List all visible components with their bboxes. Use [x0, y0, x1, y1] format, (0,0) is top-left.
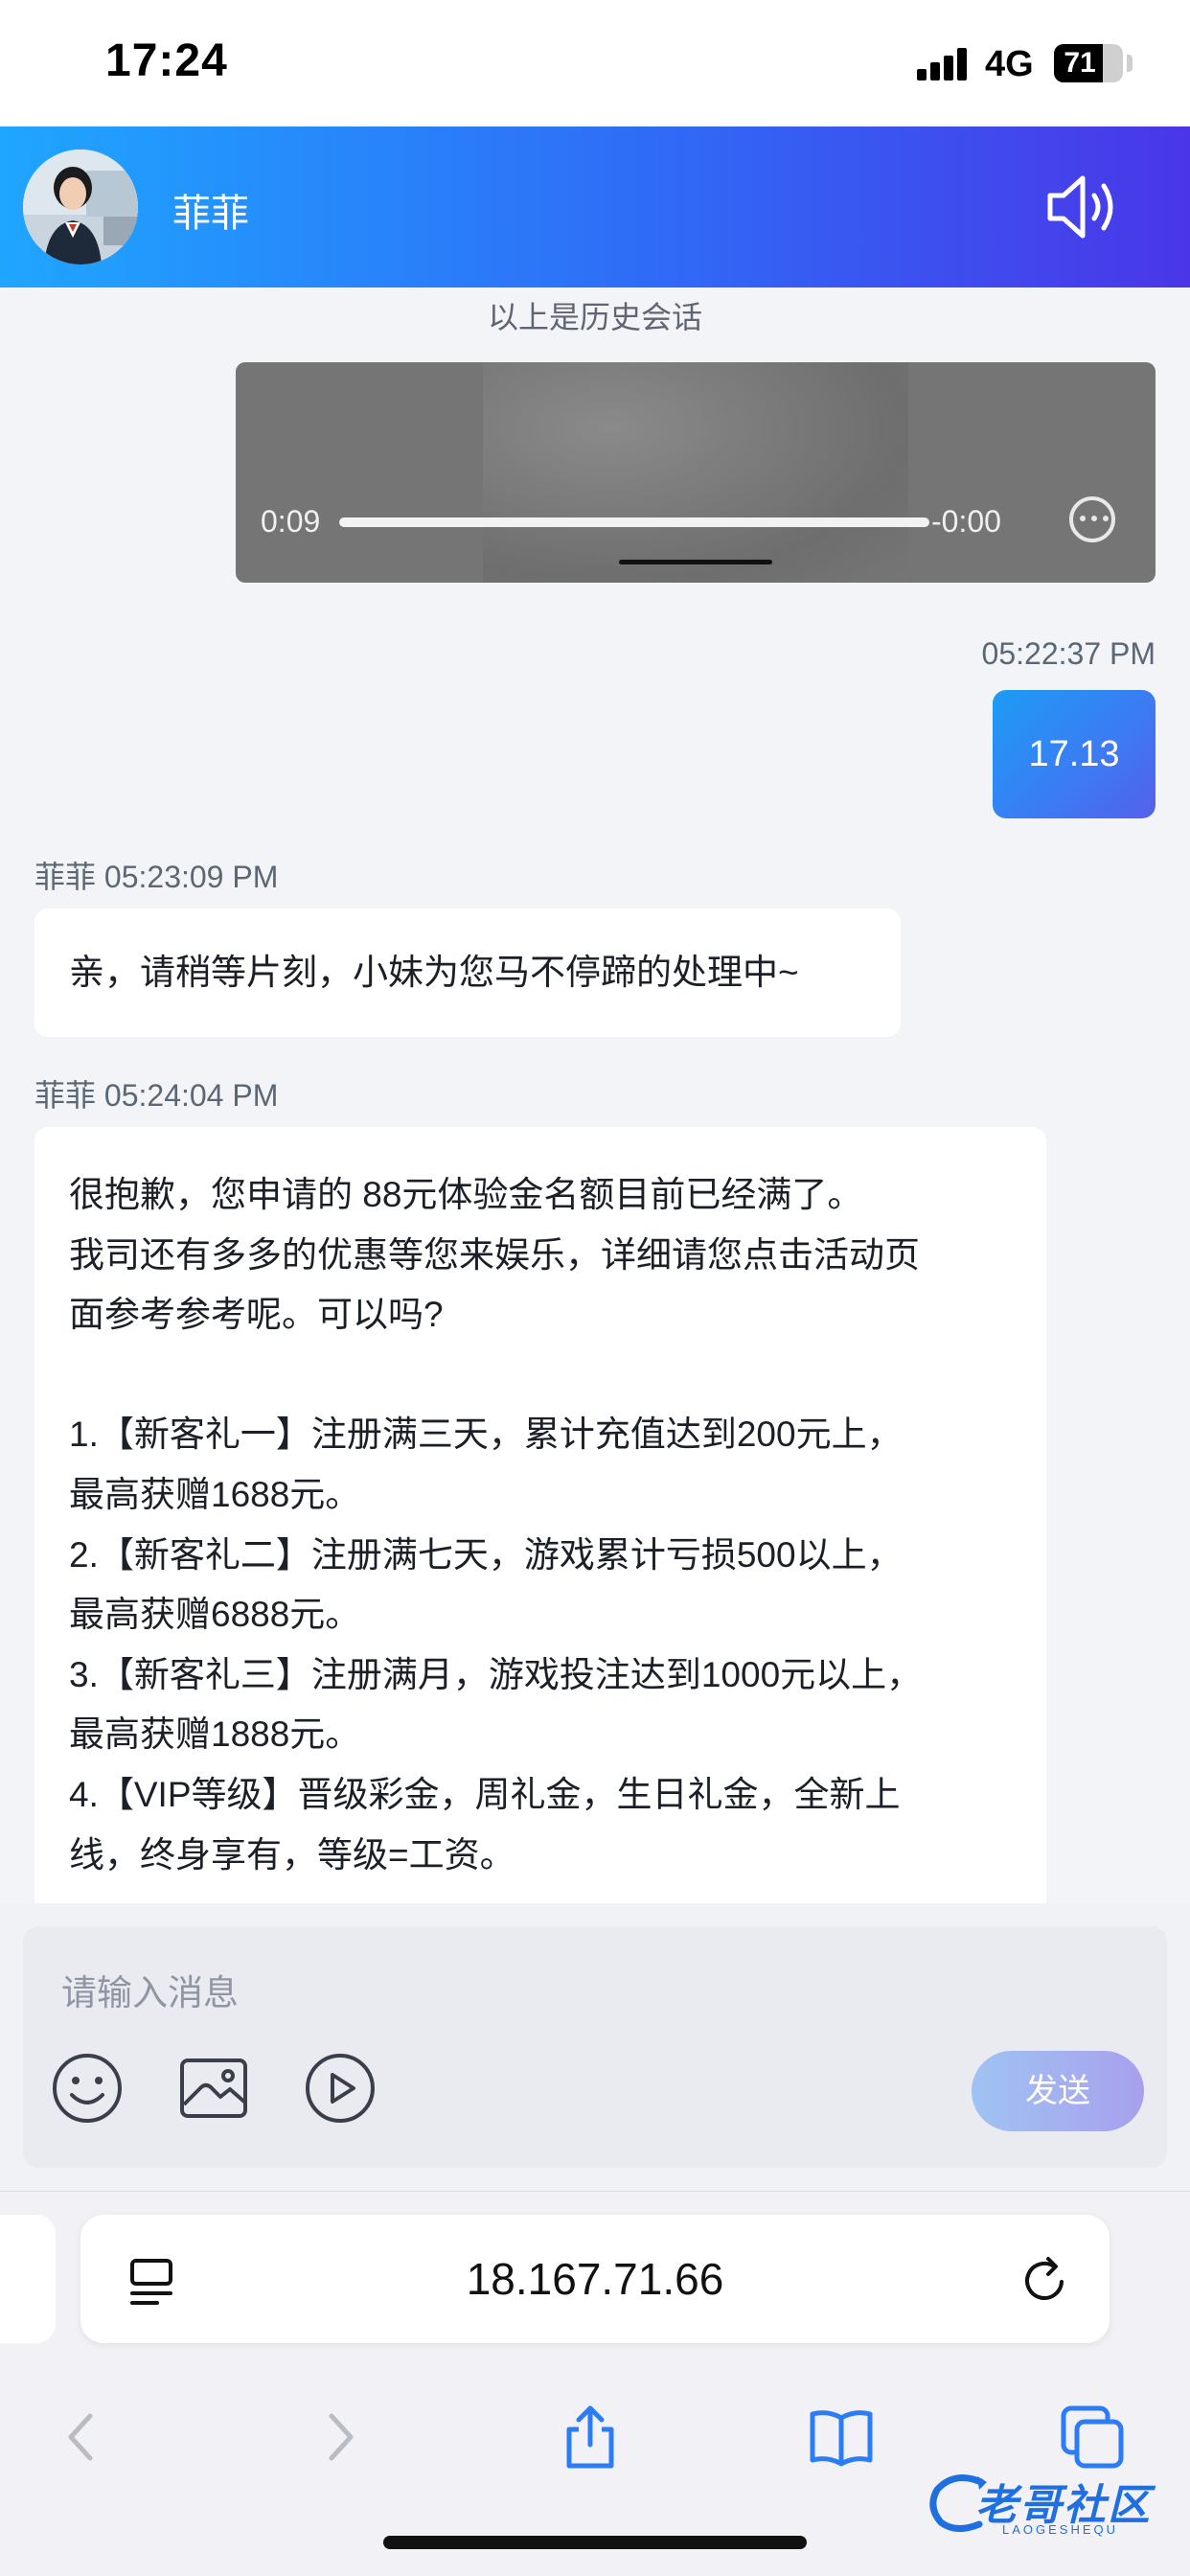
address-bar[interactable]: 18.167.71.66: [80, 2215, 1110, 2343]
status-bar: 17:24 4G 71: [0, 0, 1190, 126]
agent-message-bubble[interactable]: 很抱歉，您申请的 88元体验金名额目前已经满了。 我司还有多多的优惠等您来娱乐，…: [34, 1127, 1046, 1903]
message-input[interactable]: [61, 1965, 924, 2022]
message-line: 最高获赠1688元。: [69, 1474, 361, 1514]
message-line: 最高获赠6888元。: [69, 1595, 361, 1635]
message-line: 线，终身享有，等级=工资。: [69, 1834, 515, 1874]
history-note: 以上是历史会话: [487, 300, 702, 334]
tabs-icon[interactable]: [1058, 2403, 1127, 2472]
message-line: 3.【新客礼三】注册满月，游戏投注达到1000元以上，: [69, 1654, 923, 1694]
home-indicator[interactable]: [383, 2536, 807, 2549]
watermark-subtext: LAOGESHEQU: [1002, 2522, 1119, 2537]
signal-icon: [917, 48, 969, 80]
chat-area[interactable]: 以上是历史会话 0:09 -0:00 05:22:37 PM 17.13 菲菲 …: [0, 288, 1190, 1903]
composer-panel: 发送: [0, 1903, 1190, 2191]
message-line: 亲，请稍等片刻，小妹为您马不停蹄的处理中~: [69, 953, 799, 992]
status-time: 17:24: [105, 35, 228, 86]
agent-message-bubble[interactable]: 亲，请稍等片刻，小妹为您马不停蹄的处理中~: [34, 908, 901, 1037]
video-frame: [483, 362, 908, 583]
video-remaining: -0:00: [931, 504, 1001, 539]
agent-message-meta: 菲菲 05:23:09 PM: [34, 853, 278, 897]
message-line: …: [69, 1885, 1012, 1903]
agent-sender: 菲菲: [34, 860, 97, 894]
battery-tip: [1127, 55, 1133, 72]
user-message-timestamp: 05:22:37 PM: [981, 636, 1156, 671]
message-line-blank: [69, 1346, 1012, 1406]
ellipsis-circle-icon[interactable]: [1069, 496, 1115, 542]
network-type: 4G: [985, 44, 1034, 84]
battery-icon: 71: [1054, 44, 1123, 82]
video-elapsed: 0:09: [261, 504, 321, 539]
message-line: 很抱歉，您申请的 88元体验金名额目前已经满了。: [69, 1175, 863, 1214]
message-line: 1.【新客礼一】注册满三天，累计充值达到200元上，: [69, 1414, 903, 1455]
video-player[interactable]: 0:09 -0:00: [236, 362, 1156, 583]
video-play-icon[interactable]: [303, 2051, 378, 2126]
message-line: 4.【VIP等级】晋级彩金，周礼金，生日礼金，全新上: [69, 1774, 901, 1814]
agent-timestamp: 05:23:09 PM: [103, 860, 279, 894]
contact-name: 菲菲: [172, 193, 249, 235]
emoji-icon[interactable]: [50, 2051, 125, 2126]
agent-timestamp: 05:24:04 PM: [103, 1078, 279, 1113]
video-handle: [619, 560, 772, 564]
message-line: 2.【新客礼二】注册满七天，游戏累计亏损500以上，: [69, 1534, 903, 1575]
composer-box: 发送: [23, 1926, 1167, 2168]
agent-message-meta: 菲菲 05:24:04 PM: [34, 1071, 278, 1116]
bookmarks-icon[interactable]: [807, 2403, 876, 2472]
send-button[interactable]: 发送: [972, 2051, 1144, 2131]
watermark-logo: 老哥社区 LAOGESHEQU: [926, 2467, 1179, 2540]
message-line: 最高获赠1888元。: [69, 1714, 361, 1755]
speaker-icon[interactable]: [1044, 172, 1121, 242]
message-line: 我司还有多多的优惠等您来娱乐，详细请您点击活动页: [69, 1234, 920, 1275]
chat-header: 菲菲: [0, 126, 1190, 288]
share-icon[interactable]: [556, 2403, 625, 2472]
back-icon[interactable]: [48, 2403, 117, 2472]
battery-level: 71: [1064, 47, 1096, 79]
url-text: 18.167.71.66: [466, 2254, 724, 2304]
agent-sender: 菲菲: [34, 1078, 97, 1113]
agent-avatar[interactable]: [23, 150, 138, 264]
message-line: 面参考参考呢。可以吗?: [69, 1295, 444, 1335]
previous-tab-peek[interactable]: [0, 2215, 56, 2343]
reload-icon[interactable]: [1019, 2255, 1069, 2305]
user-message-bubble[interactable]: 17.13: [993, 690, 1156, 818]
image-icon[interactable]: [176, 2051, 251, 2126]
forward-icon[interactable]: [305, 2403, 374, 2472]
video-scrubber[interactable]: [339, 518, 929, 527]
